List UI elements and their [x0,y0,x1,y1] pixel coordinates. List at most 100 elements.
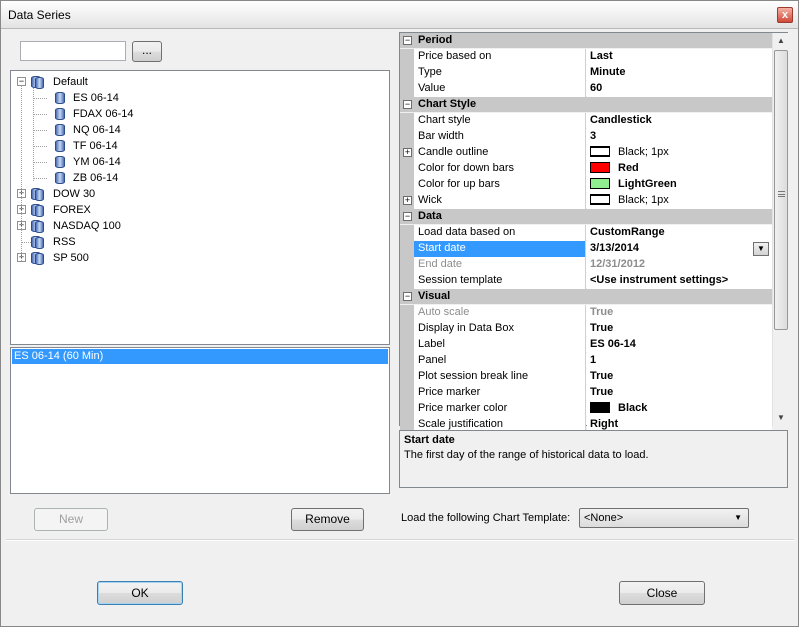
property-row[interactable]: Bar width 3 [400,129,772,145]
tree-item-label: ZB 06-14 [73,172,119,184]
database-icon [53,108,67,121]
property-value[interactable]: True [587,305,772,321]
property-row[interactable]: + Wick Black; 1px [400,193,772,209]
tree-item[interactable]: RSS [11,234,381,250]
tree-item-label: Default [53,76,88,88]
collapse-icon[interactable]: − [403,36,412,45]
property-value[interactable]: LightGreen [587,177,772,193]
property-value[interactable]: 3 [587,129,772,145]
property-row[interactable]: Auto scale True [400,305,772,321]
tree-item[interactable]: + SP 500 [11,250,381,266]
collapse-icon[interactable]: − [403,100,412,109]
property-category[interactable]: − Period [400,33,772,49]
chart-template-value: <None> [584,512,624,524]
property-row[interactable]: Panel 1 [400,353,772,369]
property-value[interactable]: Black [587,401,772,417]
property-value[interactable]: Red [587,161,772,177]
date-dropdown-button[interactable]: ▼ [753,242,769,256]
property-category[interactable]: − Data [400,209,772,225]
window-title: Data Series [8,8,71,22]
property-row[interactable]: Price marker True [400,385,772,401]
property-row[interactable]: Color for down bars Red [400,161,772,177]
property-row[interactable]: Session template <Use instrument settings… [400,273,772,289]
tree-connector [33,98,47,99]
expand-icon[interactable]: + [403,148,412,157]
property-row[interactable]: End date 12/31/2012 [400,257,772,273]
property-row[interactable]: Plot session break line True [400,369,772,385]
property-row[interactable]: Load data based on CustomRange [400,225,772,241]
tree-item[interactable]: − Default [11,74,381,90]
tree-item[interactable]: + NASDAQ 100 [11,218,381,234]
close-button[interactable]: Close [619,581,705,605]
property-name: Start date [414,241,586,257]
collapse-icon[interactable]: − [403,292,412,301]
tree-item[interactable]: FDAX 06-14 [11,106,381,122]
property-value[interactable]: CustomRange [587,225,772,241]
property-value[interactable]: Last [587,49,772,65]
browse-button[interactable]: ... [132,41,162,62]
collapse-icon[interactable]: − [403,212,412,221]
property-row[interactable]: Type Minute [400,65,772,81]
color-swatch [590,162,610,173]
property-value[interactable]: Candlestick [587,113,772,129]
property-value[interactable]: <Use instrument settings> [587,273,772,289]
property-category[interactable]: − Chart Style [400,97,772,113]
tree-item[interactable]: + FOREX [11,202,381,218]
property-row[interactable]: Start date 3/13/2014 ▼ [400,241,772,257]
property-row[interactable]: Chart style Candlestick [400,113,772,129]
property-row[interactable]: Price based on Last [400,49,772,65]
tree-item-label: NQ 06-14 [73,124,121,136]
scroll-up-icon[interactable]: ▲ [773,33,789,49]
property-value[interactable]: 60 [587,81,772,97]
tree-item[interactable]: ZB 06-14 [11,170,381,186]
new-button[interactable]: New [34,508,108,531]
remove-button[interactable]: Remove [291,508,364,531]
property-value[interactable]: True [587,385,772,401]
property-value[interactable]: 3/13/2014 [587,241,772,257]
tree-item[interactable]: YM 06-14 [11,154,381,170]
ok-button[interactable]: OK [97,581,183,605]
data-series-dialog: Data Series x ... − Default ES 06-14 FDAX 0… [0,0,799,627]
expand-icon[interactable]: + [403,196,412,205]
tree-guide [33,85,34,181]
chart-template-select[interactable]: <None> ▼ [579,508,749,528]
database-group-icon [31,252,45,265]
property-value[interactable]: Black; 1px [587,193,772,209]
property-row[interactable]: Label ES 06-14 [400,337,772,353]
tree-item[interactable]: NQ 06-14 [11,122,381,138]
database-icon [53,172,67,185]
close-icon[interactable]: x [777,7,793,23]
property-row[interactable]: Color for up bars LightGreen [400,177,772,193]
property-row[interactable]: + Candle outline Black; 1px [400,145,772,161]
list-item[interactable]: ES 06-14 (60 Min) [12,349,388,364]
property-value[interactable]: ES 06-14 [587,337,772,353]
scroll-down-icon[interactable]: ▼ [773,410,789,426]
tree-item[interactable]: + DOW 30 [11,186,381,202]
property-grid[interactable]: − Period Price based on Last Type Minute Value… [399,32,788,433]
property-value-text: Black; 1px [618,146,669,158]
property-value[interactable]: True [587,321,772,337]
property-value[interactable]: Black; 1px [587,145,772,161]
scrollbar[interactable]: ▲ ▼ [772,33,788,426]
property-row[interactable]: Display in Data Box True [400,321,772,337]
property-value[interactable]: Minute [587,65,772,81]
instrument-search-input[interactable] [20,41,126,61]
row-gutter [400,321,414,337]
property-value[interactable]: True [587,369,772,385]
row-gutter [400,401,414,417]
property-row[interactable]: Value 60 [400,81,772,97]
scroll-thumb[interactable] [774,50,788,330]
tree-connector [33,130,47,131]
tree-item[interactable]: ES 06-14 [11,90,381,106]
property-row[interactable]: Price marker color Black [400,401,772,417]
property-name: Color for down bars [414,161,586,177]
property-category[interactable]: − Visual [400,289,772,305]
property-value[interactable]: 1 [587,353,772,369]
instrument-tree[interactable]: − Default ES 06-14 FDAX 06-14 NQ 06-14 TF 06-… [10,70,390,345]
property-name: Price marker color [414,401,586,417]
title-bar[interactable]: Data Series x [1,1,798,29]
tree-item[interactable]: TF 06-14 [11,138,381,154]
data-series-list[interactable]: ES 06-14 (60 Min) [10,347,390,494]
property-value[interactable]: 12/31/2012 [587,257,772,273]
row-gutter [400,49,414,65]
